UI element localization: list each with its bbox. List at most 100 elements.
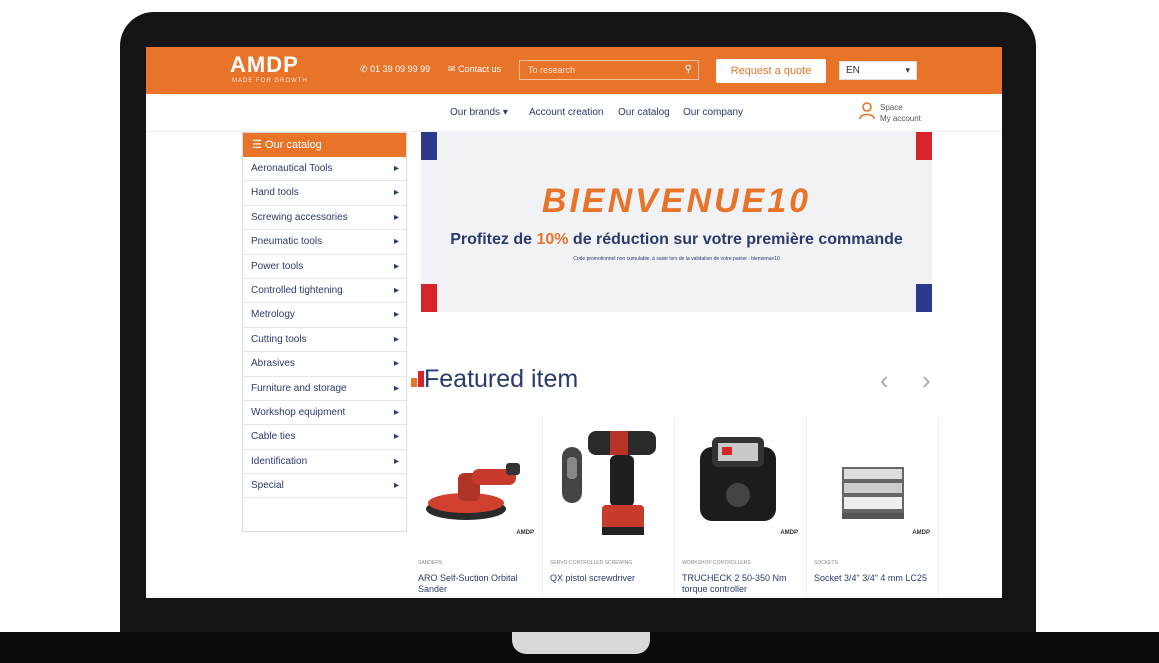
sidebar-item[interactable]: Abrasives ▸ bbox=[243, 352, 406, 377]
sidebar-item[interactable]: Special ▸ bbox=[243, 474, 406, 499]
chevron-right-icon: ▸ bbox=[393, 309, 399, 321]
product-category: WORKSHOP CONTROLLERS bbox=[682, 560, 751, 566]
sidebar-item[interactable]: Power tools ▸ bbox=[243, 255, 406, 279]
product-name[interactable]: ARO Self-Suction Orbital Sander bbox=[418, 573, 538, 595]
product-card[interactable]: AMDP SANDERS ARO Self-Suction Orbital Sa… bbox=[414, 417, 543, 598]
sidebar-item-label: Special bbox=[251, 480, 284, 492]
catalog-title: Our catalog bbox=[264, 139, 322, 151]
nav-our-catalog[interactable]: Our catalog bbox=[618, 107, 670, 118]
chevron-right-icon: ▸ bbox=[393, 406, 399, 418]
chevron-down-icon: ▾ bbox=[905, 65, 910, 75]
mail-icon: ✉ bbox=[448, 64, 456, 74]
chevron-right-icon: ▸ bbox=[393, 358, 399, 370]
sidebar-item-label: Workshop equipment bbox=[251, 406, 346, 418]
banner-title: BIENVENUE10 bbox=[541, 182, 812, 220]
sidebar-item[interactable]: Cutting tools ▸ bbox=[243, 328, 406, 353]
banner-fineprint: Code promotionnel non cumulable, à saisi… bbox=[573, 256, 780, 262]
chevron-right-icon: ▸ bbox=[393, 284, 399, 296]
flag-corner-blue bbox=[421, 132, 437, 160]
contact-label: Contact us bbox=[458, 64, 502, 74]
sidebar-item-label: Cutting tools bbox=[251, 333, 307, 345]
flag-corner-red bbox=[916, 132, 932, 160]
featured-title: Featured item bbox=[424, 365, 579, 393]
request-quote-button[interactable]: Request a quote bbox=[716, 59, 826, 83]
menu-icon: ☰ bbox=[252, 139, 262, 151]
banner-subtitle-end: de réduction sur votre première commande bbox=[568, 231, 903, 248]
promo-banner[interactable]: BIENVENUE10 Profitez de 10% de réduction… bbox=[421, 132, 932, 312]
chevron-right-icon: ▸ bbox=[393, 187, 399, 199]
product-name[interactable]: QX pistol screwdriver bbox=[550, 573, 670, 584]
sidebar-item[interactable]: Furniture and storage ▸ bbox=[243, 377, 406, 401]
chevron-right-icon: ▸ bbox=[393, 211, 399, 223]
language-select[interactable]: EN ▾ bbox=[839, 61, 917, 80]
user-icon[interactable] bbox=[859, 102, 875, 120]
sidebar-item-label: Controlled tightening bbox=[251, 284, 343, 296]
sidebar-item[interactable]: Identification ▸ bbox=[243, 450, 406, 475]
search-icon[interactable]: ⚲ bbox=[685, 64, 692, 75]
catalog-header[interactable]: ☰ Our catalog bbox=[243, 133, 406, 157]
catalog-list: Aeronautical Tools ▸ Hand tools ▸ Screwing a… bbox=[243, 157, 406, 499]
nav-account-creation[interactable]: Account creation bbox=[529, 107, 604, 118]
sidebar-item[interactable]: Pneumatic tools ▸ bbox=[243, 230, 406, 255]
search-placeholder: To research bbox=[528, 65, 576, 75]
nav-our-brands-label: Our brands bbox=[450, 107, 501, 118]
laptop-screen: AMDP MADE FOR GROWTH ✆ 01 39 09 99 99 ✉ … bbox=[146, 47, 1002, 598]
featured-icon bbox=[411, 371, 424, 387]
logo-tagline: MADE FOR GROWTH bbox=[232, 78, 308, 84]
sidebar-item-label: Metrology bbox=[251, 309, 295, 321]
sidebar-item-label: Abrasives bbox=[251, 358, 295, 370]
banner-subtitle-start: Profitez de bbox=[450, 231, 537, 248]
chevron-right-icon: ▸ bbox=[393, 431, 399, 443]
sidebar-item-label: Power tools bbox=[251, 260, 304, 272]
sidebar-item-label: Aeronautical Tools bbox=[251, 163, 333, 174]
product-category: SOCKETS bbox=[814, 560, 838, 566]
sidebar-item[interactable]: Cable ties ▸ bbox=[243, 425, 406, 450]
chevron-right-icon: ▸ bbox=[393, 236, 399, 248]
carousel-prev-icon[interactable]: ‹ bbox=[880, 365, 889, 396]
phone-icon: ✆ bbox=[360, 64, 368, 74]
product-name[interactable]: Socket 3/4" 3/4" 4 mm LC25 bbox=[814, 573, 934, 584]
phone-number: 01 39 09 99 99 bbox=[370, 64, 431, 74]
contact-link[interactable]: ✉ Contact us bbox=[448, 64, 501, 75]
top-header-bar: AMDP MADE FOR GROWTH ✆ 01 39 09 99 99 ✉ … bbox=[146, 47, 1002, 94]
laptop-notch bbox=[512, 632, 650, 654]
product-category: SANDERS bbox=[418, 560, 443, 566]
nav-our-company[interactable]: Our company bbox=[683, 107, 743, 118]
sidebar-item-label: Identification bbox=[251, 455, 308, 467]
carousel-next-icon[interactable]: › bbox=[922, 365, 931, 396]
chevron-right-icon: ▸ bbox=[393, 333, 399, 345]
main-nav: Our brands ▾ Account creation Our catalo… bbox=[146, 94, 1002, 132]
flag-corner-blue bbox=[916, 284, 932, 312]
chevron-right-icon: ▸ bbox=[393, 480, 399, 492]
sidebar-item-label: Screwing accessories bbox=[251, 211, 348, 223]
account-space-label[interactable]: Space bbox=[880, 103, 903, 112]
sidebar-item[interactable]: Screwing accessories ▸ bbox=[243, 206, 406, 231]
language-value: EN bbox=[846, 65, 860, 76]
banner-discount: 10% bbox=[536, 231, 569, 248]
sidebar-item[interactable]: Hand tools ▸ bbox=[243, 181, 406, 206]
sidebar-item[interactable]: Workshop equipment ▸ bbox=[243, 401, 406, 426]
product-card[interactable]: AMDP SOCKETS Socket 3/4" 3/4" 4 mm LC25 bbox=[810, 417, 939, 598]
sidebar-item[interactable]: Metrology ▸ bbox=[243, 303, 406, 328]
flag-corner-red bbox=[421, 284, 437, 312]
sidebar-item-label: Furniture and storage bbox=[251, 382, 347, 394]
sidebar-item[interactable]: Aeronautical Tools ▸ bbox=[243, 157, 406, 182]
sidebar-item-label: Cable ties bbox=[251, 431, 296, 443]
product-card[interactable]: AMDP WORKSHOP CONTROLLERS TRUCHECK 2 50-… bbox=[678, 417, 807, 598]
nav-our-brands[interactable]: Our brands ▾ bbox=[450, 107, 508, 118]
chevron-right-icon: ▸ bbox=[393, 260, 399, 272]
catalog-sidebar: ☰ Our catalog Aeronautical Tools ▸ Hand to… bbox=[242, 132, 407, 532]
site-logo[interactable]: AMDP bbox=[230, 54, 299, 76]
phone-link[interactable]: ✆ 01 39 09 99 99 bbox=[360, 64, 430, 75]
product-name[interactable]: TRUCHECK 2 50-350 Nm torque controller bbox=[682, 573, 802, 595]
search-input[interactable]: To research ⚲ bbox=[519, 60, 699, 80]
my-account-link[interactable]: My account bbox=[880, 114, 921, 123]
product-image[interactable] bbox=[546, 417, 674, 549]
chevron-right-icon: ▸ bbox=[393, 163, 399, 174]
sidebar-item-label: Pneumatic tools bbox=[251, 236, 323, 248]
banner-subtitle: Profitez de 10% de réduction sur votre p… bbox=[421, 231, 932, 249]
product-card[interactable]: SERVO-CONTROLLED SCREWING QX pistol scre… bbox=[546, 417, 675, 598]
chevron-down-icon: ▾ bbox=[502, 107, 508, 118]
sidebar-item[interactable]: Controlled tightening ▸ bbox=[243, 279, 406, 304]
brand-logo: AMDP bbox=[912, 530, 930, 536]
